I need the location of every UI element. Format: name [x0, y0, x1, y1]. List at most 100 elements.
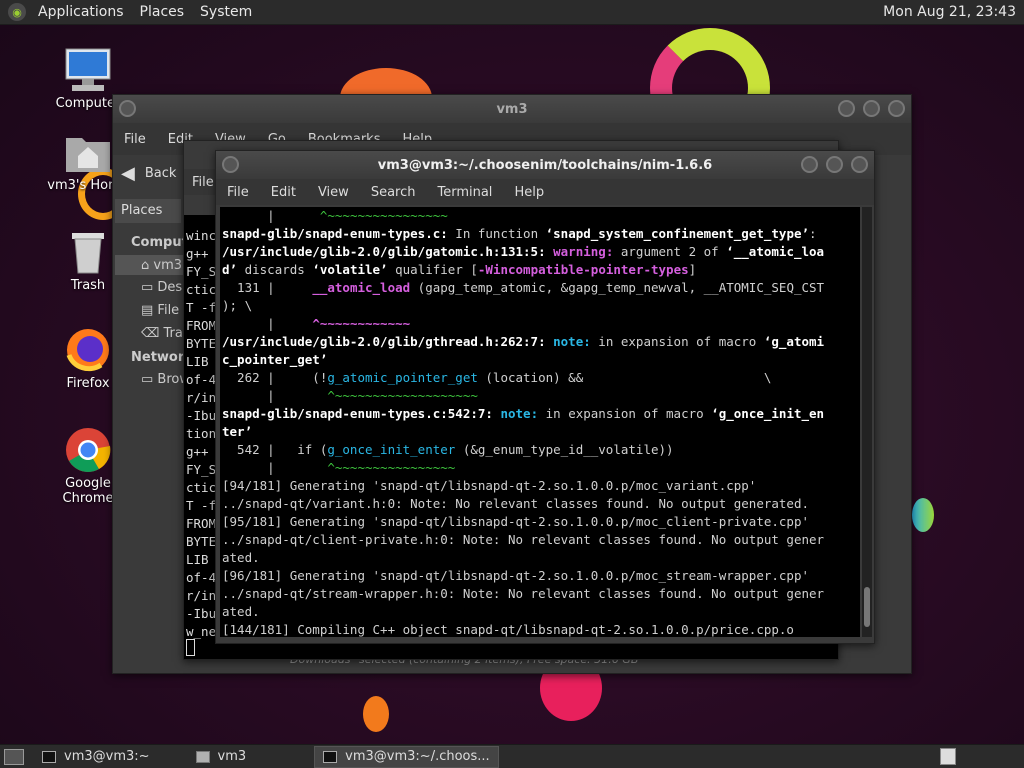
places-dropdown[interactable]: Places	[115, 199, 181, 223]
window-list: vm3@vm3:~ vm3 vm3@vm3:~/.choos...	[34, 745, 501, 768]
back-terminal-line: r/in	[186, 390, 217, 405]
folder-icon	[195, 750, 210, 763]
back-terminal-line: of-4	[186, 570, 217, 585]
applications-menu[interactable]: Applications	[30, 0, 132, 25]
mate-logo-icon[interactable]: ◉	[8, 3, 26, 21]
terminal-line: ated.	[222, 604, 260, 619]
wallpaper-teal-blob	[912, 498, 934, 532]
terminal-window: vm3@vm3:~/.choosenim/toolchains/nim-1.6.…	[215, 150, 875, 644]
trash-icon	[64, 228, 112, 276]
back-terminal-line: BYTE	[186, 336, 217, 351]
terminal-line: | ^~~~~~~~~~~~~~~~~~~~	[222, 388, 478, 403]
terminal-line: [96/181] Generating 'snapd-qt/libsnapd-q…	[222, 568, 809, 583]
terminal-cursor	[186, 639, 195, 656]
window-menu-button[interactable]	[119, 100, 136, 117]
taskbar-label: vm3@vm3:~	[64, 749, 150, 764]
terminal-titlebar[interactable]: vm3@vm3:~/.choosenim/toolchains/nim-1.6.…	[216, 151, 874, 179]
terminal-line: d’ discards ‘volatile’ qualifier [-Winco…	[222, 262, 697, 277]
menu-terminal[interactable]: Terminal	[426, 185, 503, 200]
back-terminal-line: g++	[186, 246, 217, 261]
maximize-button[interactable]	[863, 100, 880, 117]
back-terminal-line: FY_S	[186, 264, 217, 279]
terminal-scrollbar[interactable]	[862, 207, 872, 637]
back-terminal-line: tion	[186, 426, 217, 441]
back-terminal-line: -Ibu	[186, 408, 217, 423]
back-terminal-line: FROM	[186, 318, 217, 333]
back-terminal-line: LIB	[186, 354, 217, 369]
sidebar-item-vm3-label: ⌂ vm3	[141, 258, 183, 273]
menu-help[interactable]: Help	[503, 185, 555, 200]
terminal-line: 542 | if (g_once_init_enter (&g_enum_typ…	[222, 442, 674, 457]
terminal-line: ../snapd-qt/variant.h:0: Note: No releva…	[222, 496, 809, 511]
window-title: vm3	[496, 101, 528, 117]
terminal-line: snapd-glib/snapd-enum-types.c:542:7: not…	[222, 406, 825, 421]
terminal-line: 262 | (!g_atomic_pointer_get (location) …	[222, 370, 772, 385]
terminal-line: [94/181] Generating 'snapd-qt/libsnapd-q…	[222, 478, 757, 493]
scrollbar-thumb[interactable]	[864, 587, 870, 627]
terminal-line: | ^~~~~~~~~~~~~	[222, 316, 411, 331]
workspace-switcher-icon[interactable]	[940, 748, 956, 765]
taskbar-label: vm3@vm3:~/.choos...	[345, 749, 490, 764]
back-button[interactable]: ◀ Back	[121, 163, 176, 184]
chrome-icon	[64, 426, 112, 474]
back-terminal-output: winc g++ FY_S ctic T -f FROM BYTE LIB of-4 r/in…	[186, 227, 216, 641]
back-terminal-line: FY_S	[186, 462, 217, 477]
taskbar-button[interactable]: vm3@vm3:~/.choos...	[314, 745, 499, 768]
terminal-line: | ^~~~~~~~~~~~~~~~~	[222, 208, 448, 223]
terminal-line: [144/181] Compiling C++ object snapd-qt/…	[222, 622, 794, 637]
window-menu-button[interactable]	[222, 156, 239, 173]
back-terminal-line: T -f	[186, 498, 217, 513]
close-button[interactable]	[851, 156, 868, 173]
terminal-line: | ^~~~~~~~~~~~~~~~~	[222, 460, 456, 475]
terminal-line: ../snapd-qt/client-private.h:0: Note: No…	[222, 532, 825, 547]
terminal-line: /usr/include/glib-2.0/glib/gthread.h:262…	[222, 334, 825, 349]
window-title: vm3@vm3:~/.choosenim/toolchains/nim-1.6.…	[377, 157, 713, 173]
terminal-line: snapd-glib/snapd-enum-types.c: In functi…	[222, 226, 817, 241]
menu-file[interactable]: File	[113, 132, 157, 147]
home-folder-icon	[64, 128, 112, 176]
terminal-line: /usr/include/glib-2.0/glib/gatomic.h:131…	[222, 244, 825, 259]
back-terminal-line: g++	[186, 444, 217, 459]
minimize-button[interactable]	[838, 100, 855, 117]
terminal-line: ated.	[222, 550, 260, 565]
terminal-line: 131 | __atomic_load (gapg_temp_atomic, &…	[222, 280, 825, 295]
terminal-line: ter’	[222, 424, 253, 439]
show-desktop-icon[interactable]	[4, 748, 24, 765]
minimize-button[interactable]	[801, 156, 818, 173]
computer-icon	[64, 46, 112, 94]
menu-file[interactable]: File	[216, 185, 260, 200]
back-terminal-line: LIB	[186, 552, 217, 567]
terminal-output[interactable]: | ^~~~~~~~~~~~~~~~~ snapd-glib/snapd-enum…	[220, 207, 860, 637]
terminal-icon	[323, 750, 338, 763]
clock[interactable]: Mon Aug 21, 23:43	[883, 0, 1016, 25]
firefox-icon	[64, 326, 112, 374]
back-terminal-line: T -f	[186, 300, 217, 315]
back-terminal-line: ctic	[186, 282, 217, 297]
terminal-line: [95/181] Generating 'snapd-qt/libsnapd-q…	[222, 514, 809, 529]
system-menu[interactable]: System	[192, 0, 260, 25]
back-terminal-line: BYTE	[186, 534, 217, 549]
file-manager-titlebar[interactable]: vm3	[113, 95, 911, 123]
menu-view[interactable]: View	[307, 185, 360, 200]
back-terminal-line: of-4	[186, 372, 217, 387]
top-panel: ◉ Applications Places System Mon Aug 21,…	[0, 0, 1024, 25]
bottom-panel: vm3@vm3:~ vm3 vm3@vm3:~/.choos...	[0, 744, 1024, 768]
menu-search[interactable]: Search	[360, 185, 427, 200]
taskbar-button[interactable]: vm3@vm3:~	[34, 746, 158, 768]
wallpaper-small-orange-blob	[363, 696, 389, 732]
back-arrow-icon: ◀	[121, 163, 135, 184]
taskbar-button[interactable]: vm3	[188, 746, 255, 768]
close-button[interactable]	[888, 100, 905, 117]
maximize-button[interactable]	[826, 156, 843, 173]
back-terminal-line: -Ibu	[186, 606, 217, 621]
back-terminal-line: winc	[186, 228, 217, 243]
back-terminal-line: r/in	[186, 588, 217, 603]
terminal-icon	[42, 750, 56, 763]
terminal-line: c_pointer_get’	[222, 352, 328, 367]
menu-edit[interactable]: Edit	[260, 185, 307, 200]
places-menu[interactable]: Places	[132, 0, 193, 25]
terminal-line: ../snapd-qt/stream-wrapper.h:0: Note: No…	[222, 586, 825, 601]
taskbar-label: vm3	[217, 749, 247, 764]
back-terminal-line: ctic	[186, 480, 217, 495]
back-terminal-line: FROM	[186, 516, 217, 531]
